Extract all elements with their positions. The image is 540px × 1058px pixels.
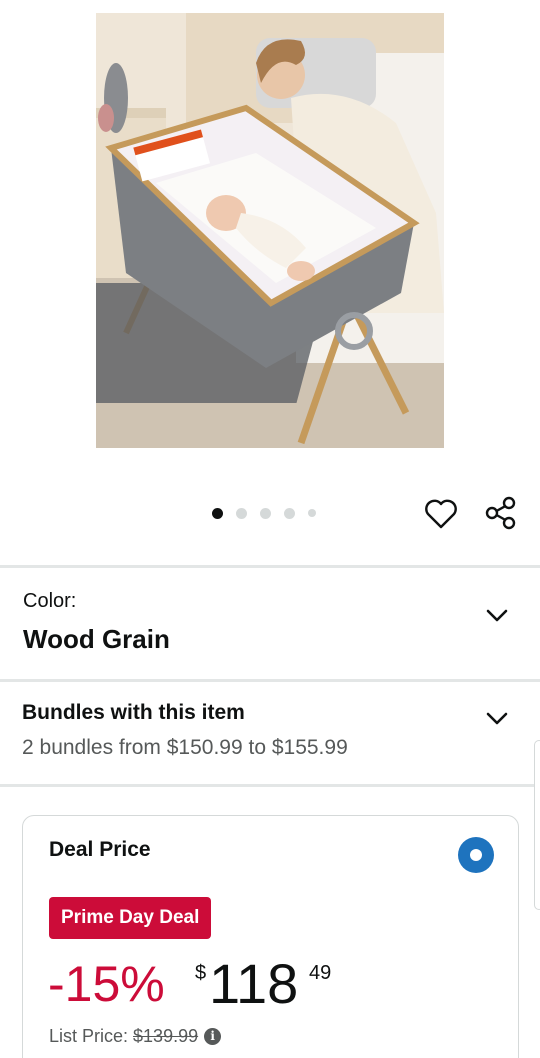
divider bbox=[0, 784, 540, 787]
list-price-label: List Price: bbox=[49, 1026, 129, 1046]
list-price: List Price: $139.99 i bbox=[49, 1026, 222, 1047]
carousel-dot[interactable] bbox=[284, 507, 295, 519]
deal-radio-button[interactable] bbox=[458, 837, 494, 873]
chevron-down-icon[interactable] bbox=[483, 709, 511, 729]
info-icon[interactable]: i bbox=[204, 1028, 222, 1045]
deal-price-title: Deal Price bbox=[49, 838, 151, 861]
heart-icon[interactable] bbox=[423, 496, 459, 532]
carousel-dot[interactable] bbox=[308, 509, 316, 517]
list-price-value: $139.99 bbox=[133, 1026, 199, 1046]
side-panel-handle[interactable] bbox=[534, 740, 540, 910]
divider bbox=[0, 679, 540, 682]
bundles-title: Bundles with this item bbox=[22, 701, 245, 724]
prime-day-deal-badge: Prime Day Deal bbox=[49, 897, 212, 939]
carousel-dot[interactable] bbox=[236, 507, 247, 519]
carousel-indicator[interactable] bbox=[212, 505, 329, 521]
price-whole: 118 bbox=[209, 952, 299, 1015]
carousel-dot-active[interactable] bbox=[212, 507, 223, 519]
price-fraction: 49 bbox=[309, 962, 332, 984]
carousel-dot[interactable] bbox=[260, 507, 271, 519]
bundles-subtitle: 2 bundles from $150.99 to $155.99 bbox=[22, 736, 348, 759]
bassinet-photo bbox=[96, 13, 444, 448]
chevron-down-icon[interactable] bbox=[483, 606, 511, 626]
divider bbox=[0, 565, 540, 568]
discount-percent: -15% bbox=[48, 956, 165, 1012]
share-icon[interactable] bbox=[482, 494, 520, 532]
color-label: Color: bbox=[23, 590, 77, 612]
price-currency: $ bbox=[195, 962, 207, 984]
deal-price-option[interactable]: Deal Price Prime Day Deal -15% $ 118 49 … bbox=[22, 815, 519, 1058]
color-value: Wood Grain bbox=[23, 624, 170, 654]
product-image[interactable] bbox=[96, 13, 444, 448]
